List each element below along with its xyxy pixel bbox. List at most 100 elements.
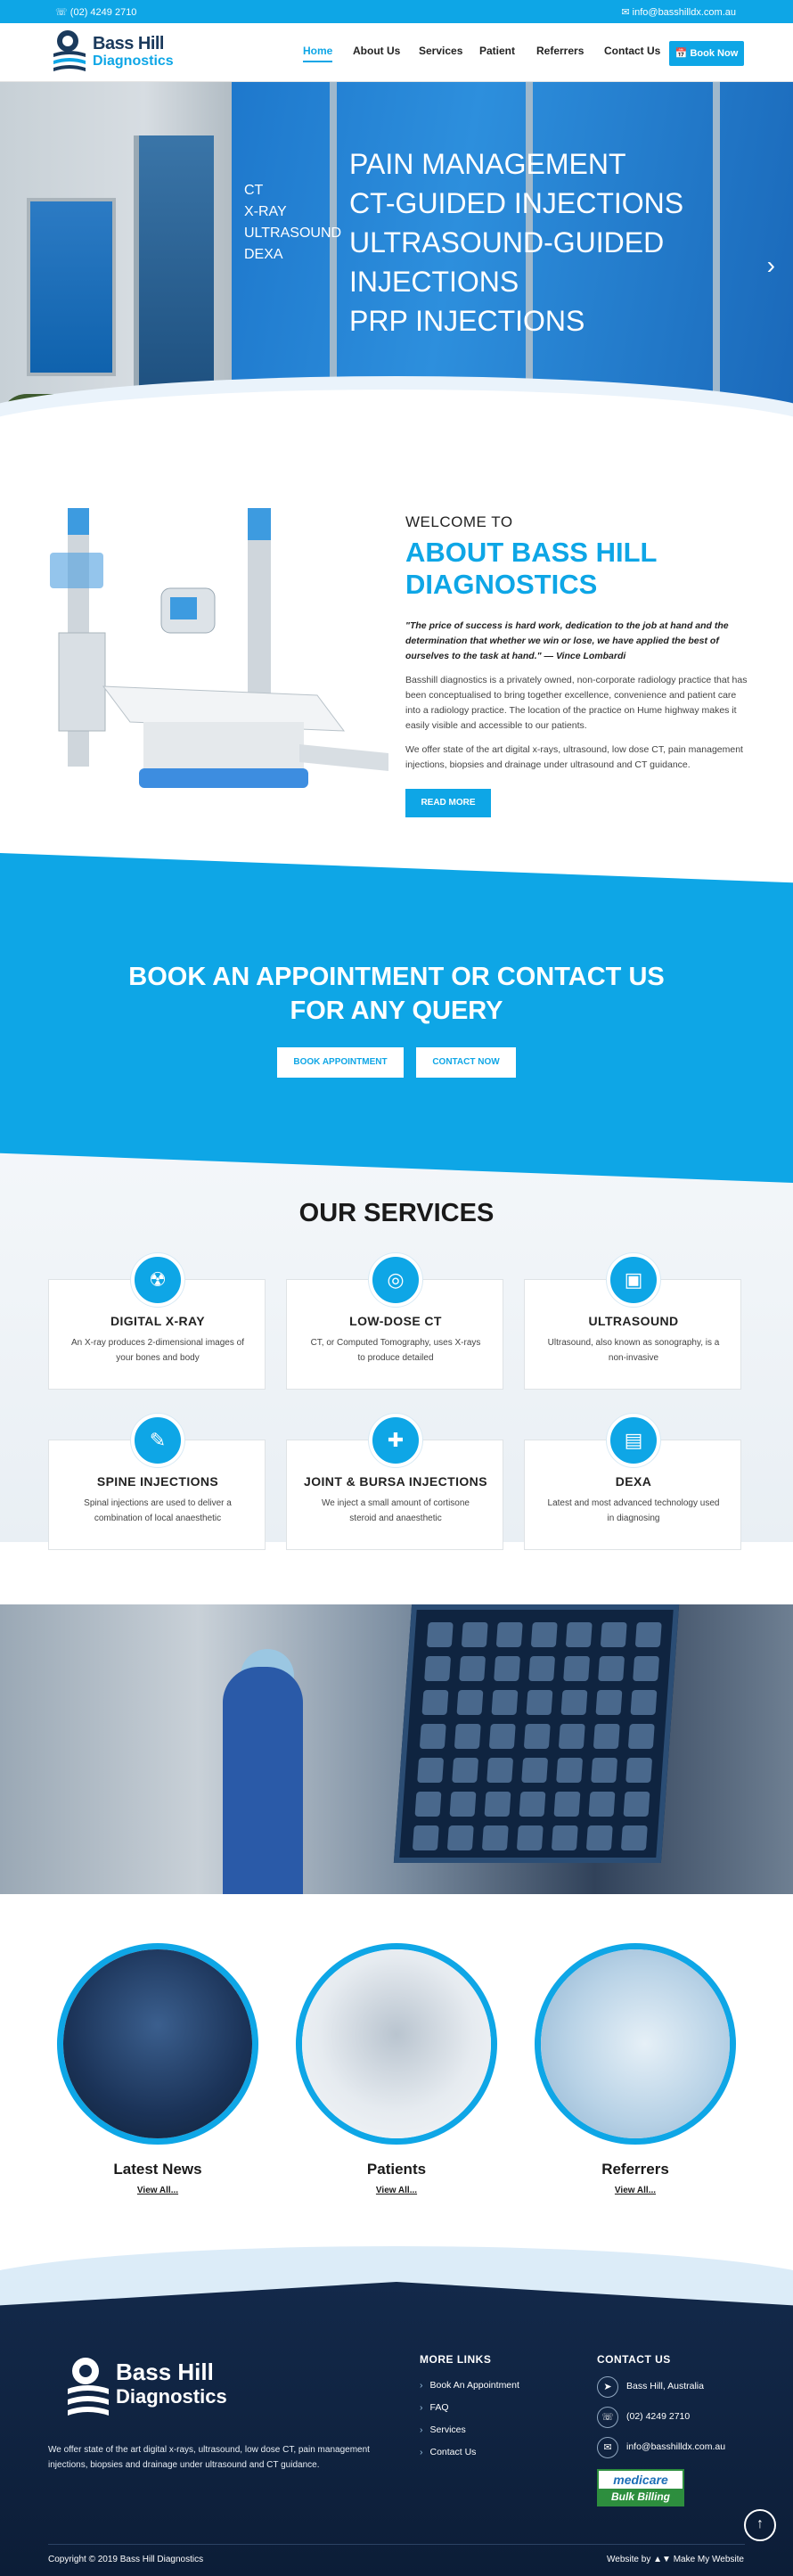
service-card[interactable]: ▤ DEXA Latest and most advanced technolo… (524, 1414, 741, 1550)
xray-film-cell (523, 1724, 551, 1749)
medicare-bulk-billing-badge: medicare Bulk Billing (597, 2469, 684, 2506)
contact-now-button[interactable]: CONTACT NOW (416, 1047, 516, 1078)
footer-link-contact[interactable]: Contact Us (420, 2447, 477, 2457)
nav-referrers[interactable]: Referrers (536, 45, 584, 57)
xray-film-cell (625, 1758, 653, 1783)
about-section: WELCOME TO ABOUT BASS HILL DIAGNOSTICS "… (405, 513, 748, 817)
news-circle-image[interactable] (57, 1943, 258, 2145)
circle-title: Patients (366, 2161, 427, 2178)
xray-film-cell (585, 1825, 613, 1850)
phone-icon: ☏ (597, 2407, 618, 2428)
about-paragraph-2: We offer state of the art digital x-rays… (405, 744, 743, 770)
xray-film-cell (551, 1825, 578, 1850)
circle-title: Referrers (601, 2161, 669, 2178)
view-all-link[interactable]: View All... (296, 2186, 497, 2195)
xray-film-cell (563, 1656, 591, 1681)
hero-item: INJECTIONS (349, 266, 519, 298)
xray-film-cell (558, 1724, 585, 1749)
nav-services[interactable]: Services (419, 45, 462, 57)
footer-email[interactable]: info@basshilldx.com.au (626, 2441, 725, 2452)
footer-phone[interactable]: (02) 4249 2710 (626, 2411, 690, 2422)
mmw-logo-icon: ▲▼ (653, 2555, 671, 2564)
footer-link-faq[interactable]: FAQ (420, 2402, 449, 2413)
view-all-link[interactable]: View All... (535, 2186, 736, 2195)
service-desc: We inject a small amount of cortisone st… (321, 1498, 470, 1523)
photo-xray-film (393, 1604, 680, 1863)
service-card[interactable]: ☢ DIGITAL X-RAY An X-ray produces 2-dime… (48, 1253, 266, 1390)
logo-subtitle: Diagnostics (93, 53, 174, 69)
referrers-circle-image[interactable] (535, 1943, 736, 2145)
xray-film-cell (591, 1758, 618, 1783)
hero-door (134, 135, 214, 403)
footer-logo[interactable]: Bass Hill Diagnostics (64, 2353, 242, 2433)
xray-film-cell (627, 1724, 655, 1749)
xray-film-cell (600, 1622, 627, 1647)
xray-film-cell (414, 1792, 442, 1817)
about-paragraph-1: Basshill diagnostics is a privately owne… (405, 675, 748, 731)
hero-item: DEXA (244, 247, 283, 262)
nav-about[interactable]: About Us (353, 45, 400, 57)
nav-patient[interactable]: Patient (479, 45, 515, 57)
xray-film-cell (634, 1622, 662, 1647)
service-card[interactable]: ◎ LOW-DOSE CT CT, or Computed Tomography… (286, 1253, 503, 1390)
xray-film-cell (461, 1622, 488, 1647)
website-by-text: Website by (607, 2555, 651, 2564)
xray-film-cell (491, 1690, 519, 1715)
xray-film-cell (516, 1825, 544, 1850)
hero-item: PRP INJECTIONS (349, 305, 585, 337)
hero-item: ULTRASOUND (244, 226, 342, 241)
about-title: ABOUT BASS HILL DIAGNOSTICS (405, 537, 657, 600)
footer-link-services[interactable]: Services (420, 2424, 466, 2435)
nav-home[interactable]: Home (303, 45, 333, 62)
xray-film-cell (519, 1792, 546, 1817)
xray-film-cell (633, 1656, 660, 1681)
hero-services-small: CT X-RAY ULTRASOUND DEXA (244, 180, 341, 266)
read-more-button[interactable]: READ MORE (405, 789, 491, 817)
ultrasound-icon: ▣ (607, 1253, 660, 1307)
xray-film-cell (454, 1724, 481, 1749)
xray-film-cell (593, 1724, 620, 1749)
hero-item: CT-GUIDED INJECTIONS (349, 187, 684, 219)
service-name: JOINT & BURSA INJECTIONS (304, 1474, 487, 1489)
footer-description: We offer state of the art digital x-rays… (48, 2445, 370, 2470)
syringe-icon: ✎ (131, 1414, 184, 1467)
book-now-button[interactable]: 📅 Book Now (669, 41, 744, 66)
book-appointment-button[interactable]: BOOK APPOINTMENT (277, 1047, 404, 1078)
xray-film-cell (481, 1825, 509, 1850)
nav-contact[interactable]: Contact Us (604, 45, 660, 57)
footer-address: Bass Hill, Australia (626, 2381, 704, 2391)
site-logo[interactable]: Bass Hill Diagnostics (50, 27, 174, 78)
footer-logo-mark-icon (68, 2358, 109, 2416)
patients-circle-image[interactable] (296, 1943, 497, 2145)
hero-item: CT (244, 183, 264, 198)
footer-logo-subtitle: Diagnostics (116, 2385, 227, 2408)
xray-film-cell (459, 1656, 486, 1681)
footer-link-book[interactable]: Book An Appointment (420, 2380, 519, 2391)
logo-title: Bass Hill (93, 34, 164, 53)
service-name: SPINE INJECTIONS (96, 1474, 219, 1489)
service-card[interactable]: ✎ SPINE INJECTIONS Spinal injections are… (48, 1414, 266, 1550)
xray-film-cell (521, 1758, 549, 1783)
back-to-top-arrow-icon[interactable]: ↑ (744, 2509, 776, 2541)
email-icon: ✉ (597, 2437, 618, 2458)
hero-services-large: PAIN MANAGEMENT CT-GUIDED INJECTIONS ULT… (349, 144, 683, 340)
xray-film-cell (556, 1758, 584, 1783)
website-credit[interactable]: Website by ▲▼ Make My Website (607, 2555, 744, 2564)
top-bar: ☏ (02) 4249 2710 ✉ info@basshilldx.com.a… (0, 0, 793, 23)
top-email[interactable]: ✉ info@basshilldx.com.au (621, 6, 736, 18)
xray-film-cell (494, 1656, 521, 1681)
xray-icon: ☢ (131, 1253, 184, 1307)
service-card[interactable]: ✚ JOINT & BURSA INJECTIONS We inject a s… (286, 1414, 503, 1550)
view-all-link[interactable]: View All... (57, 2186, 258, 2195)
bulk-billing-text: Bulk Billing (599, 2489, 683, 2505)
top-phone[interactable]: ☏ (02) 4249 2710 (55, 6, 136, 18)
xray-film-cell (449, 1792, 477, 1817)
service-card[interactable]: ▣ ULTRASOUND Ultrasound, also known as s… (524, 1253, 741, 1390)
xray-film-cell (495, 1622, 523, 1647)
footer-links-title: MORE LINKS (420, 2353, 492, 2366)
xray-film-cell (421, 1690, 449, 1715)
hero-item: X-RAY (244, 204, 287, 219)
xray-film-cell (486, 1758, 514, 1783)
xray-film-cell (452, 1758, 479, 1783)
slider-next-arrow-icon[interactable]: › (767, 251, 775, 280)
